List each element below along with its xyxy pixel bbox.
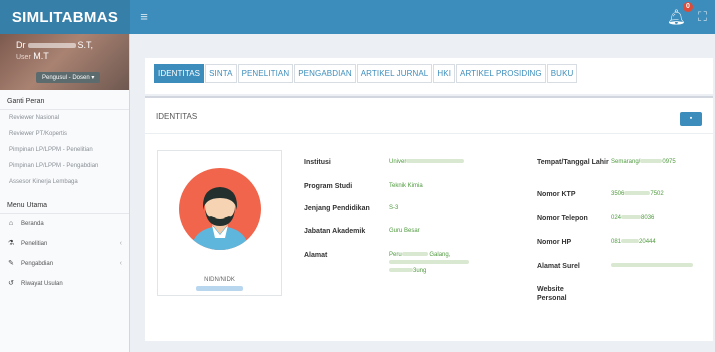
sidebar-item-riwayat[interactable]: ↺ Riwayat Usulan (0, 274, 129, 294)
app-logo[interactable]: SIMLITABMAS (0, 0, 130, 34)
institusi-value: Univer (389, 158, 465, 166)
role-assesor-kinerja[interactable]: Assesor Kinerja Lembaga (0, 174, 129, 190)
tab-sinta[interactable]: SINTA (205, 64, 237, 83)
sidebar-item-penelitian[interactable]: ⚗ Penelitian ‹ (0, 234, 129, 254)
avatar (179, 168, 261, 250)
role-pimpinan-pengabdian[interactable]: Pimpinan LP/LPPM - Pengabdian (0, 158, 129, 174)
telepon-label: Nomor Telepon (537, 215, 588, 222)
tab-penelitian[interactable]: PENELITIAN (237, 64, 294, 83)
home-icon: ⌂ (8, 220, 14, 227)
top-navbar: SIMLITABMAS ≡ 🔔︎ 0 ⛶ (0, 0, 715, 34)
sidebar-item-label: Riwayat Usulan (21, 281, 63, 287)
alamat-surel-value (611, 262, 693, 270)
jenjang-label: Jenjang Pendidikan (304, 205, 370, 212)
jabatan-value: Guru Besar (389, 228, 420, 234)
edit-icon: ▪ (689, 115, 693, 122)
hp-label: Nomor HP (537, 239, 572, 246)
menu-utama-header: Menu Utama (0, 194, 129, 214)
user-name: Dr S.T, User M.T (16, 40, 94, 61)
role-reviewer-pt[interactable]: Reviewer PT/Kopertis (0, 126, 129, 142)
bell-icon: 🔔︎ (666, 9, 686, 26)
role-pimpinan-penelitian[interactable]: Pimpinan LP/LPPM - Penelitian (0, 142, 129, 158)
jenjang-value: S-3 (389, 205, 399, 211)
telepon-value: 024 8036 (611, 215, 655, 221)
tab-artikel-prosiding[interactable]: ARTIKEL PROSIDING (456, 64, 546, 83)
tabs-container: IDENTITAS SINTA PENELITIAN PENGABDIAN AR… (145, 58, 713, 94)
tab-artikel-jurnal[interactable]: ARTIKEL JURNAL (356, 64, 433, 83)
nidn-label: NIDN/NIDK (204, 277, 235, 283)
ganti-peran-header: Ganti Peran (0, 90, 129, 110)
tab-buku[interactable]: BUKU (546, 64, 578, 83)
chevron-left-icon: ‹ (119, 260, 122, 267)
nidn-value (196, 286, 243, 291)
pencil-icon: ✎ (8, 260, 14, 267)
tempat-lahir-value: Semarang/0975 (611, 159, 676, 165)
sidebar-item-label: Pengabdian (21, 261, 54, 267)
sidebar-item-label: Beranda (21, 221, 44, 227)
sidebar: Dr S.T, User M.T Pengusul - Dosen ▾ Ganti… (0, 34, 130, 352)
notification-badge: 0 (682, 2, 693, 12)
alamat-surel-label: Alamat Surel (537, 263, 580, 270)
menu-toggle-icon[interactable]: ≡ (136, 0, 152, 34)
notification-bell[interactable]: 🔔︎ 0 (666, 2, 693, 26)
ktp-value: 3506 7502 (611, 191, 664, 197)
identitas-panel: IDENTITAS ▪ NIDN/NIDK Institusi Univer P… (145, 96, 713, 341)
alamat-value: Peru Galang, 3ung (389, 251, 509, 275)
program-studi-label: Program Studi (304, 183, 353, 190)
program-studi-value: Teknik Kimia (389, 183, 423, 189)
tab-identitas[interactable]: IDENTITAS (154, 64, 205, 83)
user-panel: Dr S.T, User M.T Pengusul - Dosen ▾ (0, 34, 129, 90)
flask-icon: ⚗ (7, 240, 15, 247)
tempat-lahir-label: Tempat/Tanggal Lahir (537, 159, 609, 166)
role-dropdown[interactable]: Pengusul - Dosen ▾ (36, 72, 101, 83)
history-icon: ↺ (8, 280, 14, 287)
sidebar-item-beranda[interactable]: ⌂ Beranda (0, 214, 129, 234)
tab-pengabdian[interactable]: PENGABDIAN (294, 64, 356, 83)
hp-value: 081 20444 (611, 239, 656, 245)
role-reviewer-nasional[interactable]: Reviewer Nasional (0, 110, 129, 126)
edit-button[interactable]: ▪ (680, 112, 702, 126)
website-label: Website Personal (537, 286, 567, 302)
fullscreen-icon[interactable]: ⛶ (698, 9, 707, 25)
panel-title: IDENTITAS (156, 112, 198, 121)
sidebar-item-pengabdian[interactable]: ✎ Pengabdian ‹ (0, 254, 129, 274)
avatar-card: NIDN/NIDK (157, 150, 282, 296)
chevron-left-icon: ‹ (119, 240, 122, 247)
jabatan-label: Jabatan Akademik (304, 228, 366, 235)
ktp-label: Nomor KTP (537, 191, 576, 198)
tab-hki[interactable]: HKI (433, 64, 456, 83)
sidebar-item-label: Penelitian (21, 241, 48, 247)
institusi-label: Institusi (304, 159, 331, 166)
alamat-label: Alamat (304, 252, 328, 259)
